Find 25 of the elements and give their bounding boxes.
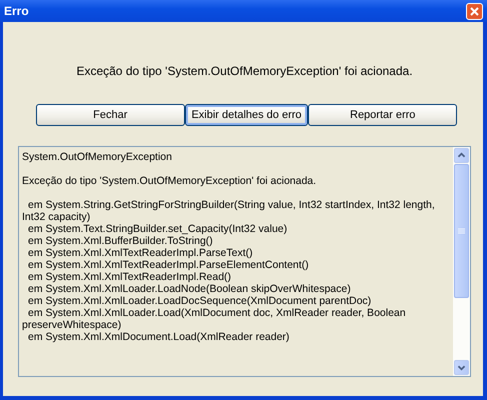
stack-trace-line: em System.Xml.XmlTextReaderImpl.Read()	[27, 271, 232, 283]
scroll-up-icon[interactable]	[454, 148, 469, 163]
stack-trace-line: em System.Xml.XmlLoader.LoadDocSequence(XmlDocument parentDoc)	[27, 295, 372, 307]
stack-trace-line: em System.Xml.BufferBuilder.ToString()	[27, 235, 214, 247]
close-icon	[470, 6, 479, 16]
stack-trace-line: em System.Xml.XmlLoader.LoadNode(Boolean skipOverWhitespace)	[27, 283, 352, 295]
details-line: Exceção do tipo 'System.OutOfMemoryException' foi acionada.	[22, 175, 318, 187]
stack-trace-line: em System.Xml.XmlTextReaderImpl.ParseElementContent()	[27, 259, 310, 271]
window-title: Erro	[4, 4, 29, 18]
stack-trace-line: em System.Xml.XmlLoader.Load(XmlDocument doc, XmlReader reader, Boolean preserveWhitespace)	[22, 307, 407, 331]
stack-trace-line: em System.Xml.XmlTextReaderImpl.ParseText()	[27, 247, 254, 259]
grip-icon	[458, 228, 465, 234]
error-message: Exceção do tipo 'System.OutOfMemoryException' foi acionada.	[75, 64, 414, 78]
stack-trace-line: em System.String.GetStringForStringBuilder(String value, Int32 startIndex, Int32 length, Int32 capacity)	[22, 199, 436, 223]
stack-trace-line: em System.Xml.XmlDocument.Load(XmlReader reader)	[27, 331, 290, 343]
dialog-button[interactable]: Reportar erro	[308, 104, 458, 126]
stack-trace-line: em System.Text.StringBuilder.set_Capacity(Int32 value)	[27, 223, 288, 235]
details-line: System.OutOfMemoryException	[22, 151, 173, 163]
scroll-down-icon[interactable]	[454, 360, 469, 375]
close-button[interactable]	[466, 2, 483, 20]
dialog-button[interactable]: Exibir detalhes do erro	[184, 104, 308, 126]
scrollbar-thumb[interactable]	[454, 164, 469, 298]
scrollbar[interactable]	[453, 147, 470, 376]
dialog-button[interactable]: Fechar	[36, 104, 185, 126]
details-text-box[interactable]	[18, 146, 471, 377]
